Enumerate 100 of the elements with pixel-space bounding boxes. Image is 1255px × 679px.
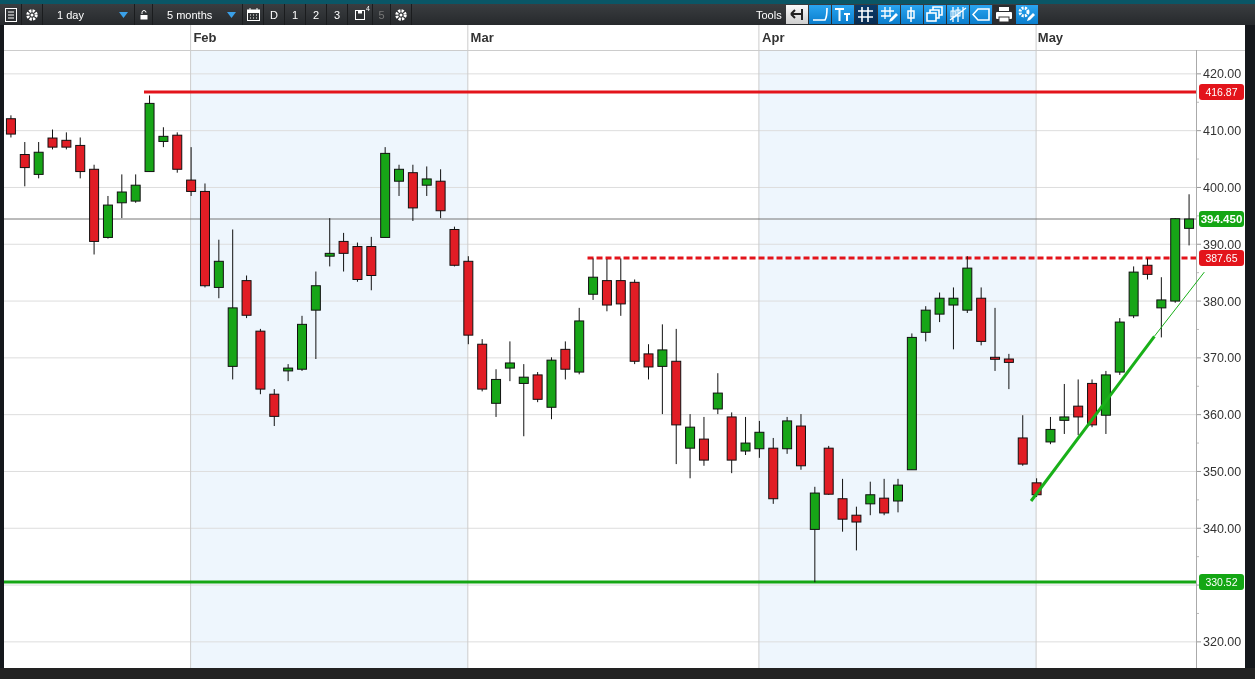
candles-icon: [948, 6, 967, 23]
month-label: May: [1037, 30, 1064, 45]
candle: [920, 305, 931, 342]
candle: [394, 164, 404, 197]
settings-icon: [394, 7, 408, 22]
tool-button[interactable]: [946, 5, 969, 24]
tool-button[interactable]: [877, 5, 900, 24]
candle: [532, 371, 543, 403]
candle: [407, 164, 418, 222]
tools-label: Tools: [756, 8, 782, 21]
candle: [1003, 353, 1014, 390]
candle: [726, 411, 737, 474]
candle: [962, 255, 973, 314]
tool-button[interactable]: [992, 5, 1015, 24]
candle: [1087, 378, 1098, 428]
price-label: 416.87: [1199, 84, 1244, 100]
candle: [796, 413, 806, 471]
axis-tick-label: 320.00: [1203, 635, 1242, 650]
candle: [1073, 378, 1084, 436]
candle: [297, 315, 307, 372]
candle: [102, 195, 113, 240]
candle: [976, 286, 987, 346]
candle: [615, 257, 626, 317]
tool-button[interactable]: [969, 5, 992, 24]
text-size-icon: [833, 6, 852, 23]
axis-tick-label: 410.00: [1203, 124, 1242, 139]
candle: [116, 173, 127, 219]
candle: [449, 226, 460, 267]
grid-pencil-icon: [879, 6, 898, 23]
candle: [851, 506, 862, 551]
candle: [1114, 317, 1125, 376]
calendar-icon: [246, 8, 260, 21]
candle: [601, 258, 612, 312]
candle: [1031, 477, 1042, 498]
candle: [47, 129, 58, 150]
candle: [172, 131, 183, 174]
month-label: Mar: [470, 30, 494, 45]
candle: [435, 168, 446, 219]
axis-tick-label: 340.00: [1203, 521, 1242, 536]
candle: [1017, 414, 1028, 467]
candle: [130, 173, 141, 204]
candle: [158, 126, 169, 148]
candle: [837, 478, 848, 533]
tool-button[interactable]: [900, 5, 923, 24]
candle: [1184, 193, 1195, 246]
candle: [1059, 383, 1070, 435]
tool-button[interactable]: [1015, 5, 1038, 24]
candle: [865, 481, 876, 516]
candle: [990, 307, 1000, 372]
candle: [241, 275, 252, 319]
month-label: Apr: [762, 30, 785, 45]
candle: [1045, 416, 1056, 445]
axis-tick-label: 370.00: [1203, 351, 1242, 366]
candle: [546, 356, 557, 420]
tool-button[interactable]: [854, 5, 877, 24]
candle: [269, 388, 280, 427]
candle: [754, 420, 765, 459]
tool-button[interactable]: [785, 5, 808, 24]
candle: [213, 239, 224, 299]
candle: [685, 413, 696, 479]
candle: [477, 338, 488, 392]
curve-icon: [810, 6, 829, 23]
ref-line-label: 416.87: [1205, 86, 1238, 98]
stacked-windows-icon: [925, 6, 944, 23]
candle: [934, 292, 945, 323]
tool-button[interactable]: [923, 5, 946, 24]
back-arrow-icon: [787, 6, 806, 23]
caret-icon: [119, 11, 128, 18]
axis-tick-label: 390.00: [1203, 237, 1242, 252]
settings-icon: [1017, 6, 1036, 23]
candle: [1100, 370, 1111, 435]
grid-icon: [856, 6, 875, 23]
candle: [768, 437, 779, 505]
ref-line-label: 387.65: [1205, 252, 1238, 264]
candle: [782, 416, 793, 455]
candle: [588, 257, 599, 301]
tool-button[interactable]: [831, 5, 854, 24]
candle: [712, 372, 723, 415]
candle: [5, 114, 16, 138]
settings-icon: [25, 7, 39, 22]
tag-icon: [971, 6, 990, 23]
month-label: Feb: [193, 30, 217, 45]
candle: [283, 363, 294, 382]
candle: [352, 242, 363, 283]
candle: [33, 141, 44, 179]
price-label: 387.65: [1199, 250, 1244, 266]
tool-button[interactable]: [808, 5, 831, 24]
candle: [61, 131, 72, 150]
candle: [560, 340, 571, 380]
candle: [255, 328, 266, 395]
candle: [879, 478, 890, 516]
axis-tick-label: 400.00: [1203, 180, 1242, 195]
axis-tick-label: 360.00: [1203, 408, 1242, 423]
print-icon: [994, 6, 1013, 23]
candle: [948, 286, 959, 350]
candle: [491, 368, 502, 418]
candle: [186, 146, 197, 197]
list-icon: [4, 7, 17, 22]
candle: [698, 416, 709, 467]
candle: [823, 445, 834, 496]
